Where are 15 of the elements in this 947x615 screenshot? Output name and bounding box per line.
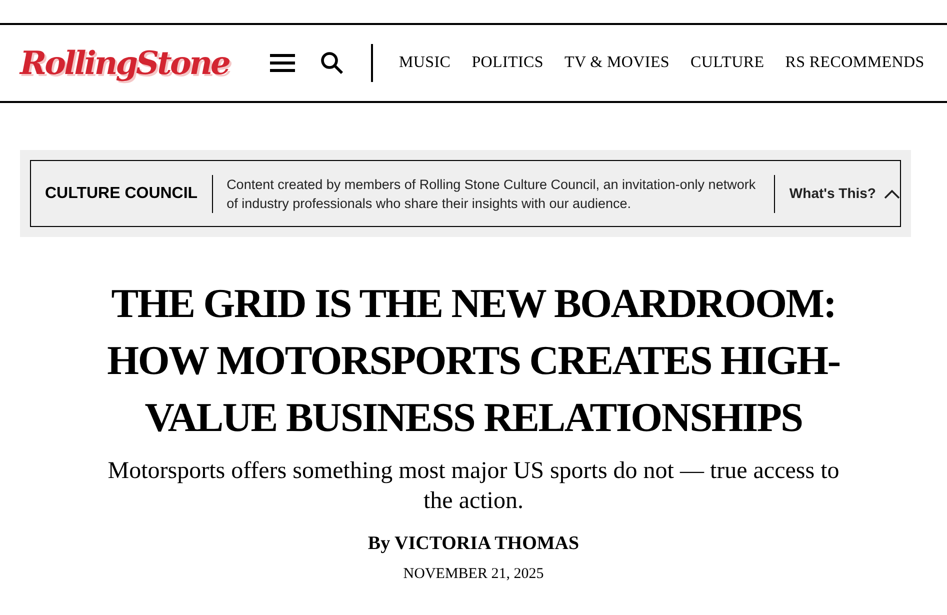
logo[interactable]: RollingStone xyxy=(20,39,245,87)
nav-link[interactable]: CULTURE xyxy=(690,51,764,75)
nav-link[interactable]: RS RECOMMENDS xyxy=(785,51,924,75)
council-description: Content created by members of Rolling Stone Culture Council, an invitation-only network of industry professionals who share their insights with our audience. xyxy=(226,176,757,212)
council-label: CULTURE COUNCIL xyxy=(45,184,198,204)
menu-icon[interactable] xyxy=(270,53,295,73)
subtitle: Motorsports offers something most major US sports do not — true access to the action. xyxy=(106,457,840,516)
nav-link[interactable]: TV & MOVIES xyxy=(564,51,670,75)
nav-link[interactable]: POLITICS xyxy=(472,51,544,75)
headline: THE GRID IS THE NEW BOARDROOM: HOW MOTORSPORTS CREATES HIGH-VALUE BUSINESS RELATIONSHIPS xyxy=(106,279,841,442)
byline: By VICTORIA THOMAS xyxy=(366,532,580,556)
whats-this-toggle[interactable]: What's This? xyxy=(789,183,900,204)
search-icon[interactable] xyxy=(320,51,344,75)
nav-link[interactable]: MUSIC xyxy=(399,51,451,75)
date: NOVEMBER 21, 2025 xyxy=(402,564,545,584)
